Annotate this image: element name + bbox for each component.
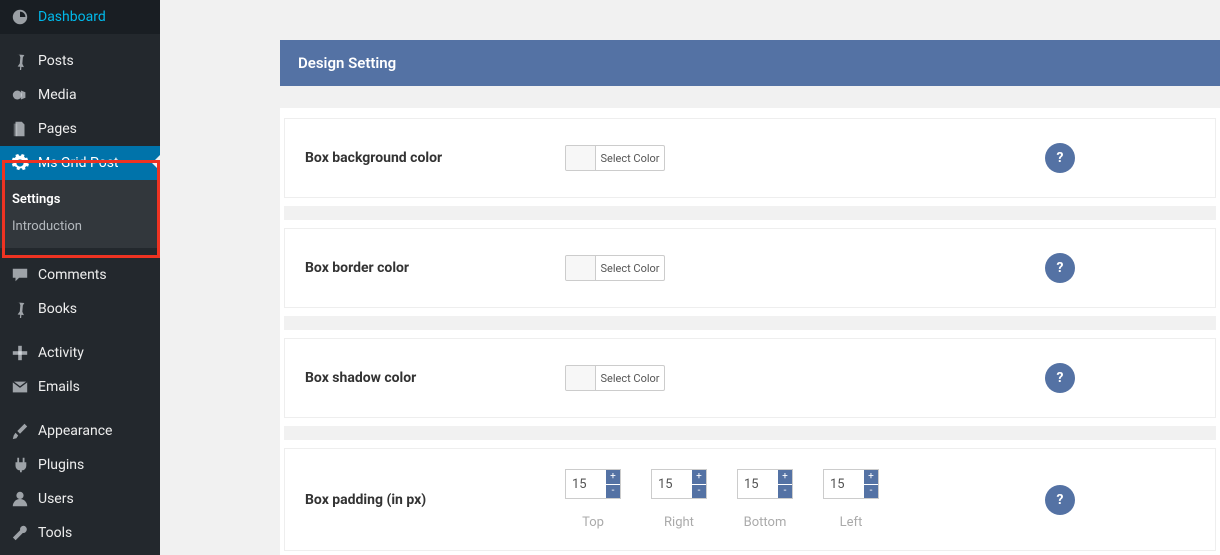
submenu-item-introduction[interactable]: Introduction [0, 213, 160, 240]
padding-caption: Bottom [744, 515, 787, 530]
sidebar-label: Appearance [38, 423, 112, 439]
brush-icon [10, 421, 30, 441]
sidebar-label: Ms Grid Post [38, 155, 119, 171]
select-color-button[interactable]: Select Color [565, 365, 665, 391]
setting-row-box-shadow-color: Box shadow color Select Color ? [284, 338, 1216, 418]
button-label: Select Color [596, 152, 664, 165]
help-icon[interactable]: ? [1045, 485, 1075, 515]
setting-row-box-background-color: Box background color Select Color ? [284, 118, 1216, 198]
sidebar-label: Comments [38, 267, 107, 283]
sidebar-label: Dashboard [38, 9, 106, 25]
stepper-up[interactable]: + [606, 470, 620, 485]
sidebar-label: Plugins [38, 457, 84, 473]
padding-right-input[interactable] [652, 470, 692, 498]
pin-icon [10, 51, 30, 71]
mail-icon [10, 377, 30, 397]
color-swatch [566, 366, 596, 390]
sidebar-item-books[interactable]: Books [0, 292, 160, 326]
padding-bottom-input[interactable] [738, 470, 778, 498]
padding-bottom-control: +- Bottom [737, 469, 793, 530]
sidebar-item-dashboard[interactable]: Dashboard [0, 0, 160, 34]
select-color-button[interactable]: Select Color [565, 255, 665, 281]
admin-sidebar: Dashboard Posts Media Pages Ms Grid Post… [0, 0, 160, 555]
user-icon [10, 489, 30, 509]
button-label: Select Color [596, 372, 664, 385]
setting-label: Box background color [305, 150, 565, 166]
sidebar-item-appearance[interactable]: Appearance [0, 414, 160, 448]
sidebar-item-tools[interactable]: Tools [0, 516, 160, 550]
submenu-item-settings[interactable]: Settings [0, 186, 160, 213]
color-swatch [566, 146, 596, 170]
media-icon [10, 85, 30, 105]
setting-label: Box border color [305, 260, 565, 276]
sidebar-item-posts[interactable]: Posts [0, 44, 160, 78]
stepper-down[interactable]: - [606, 485, 620, 499]
pin-icon [10, 299, 30, 319]
color-swatch [566, 256, 596, 280]
sidebar-submenu: Settings Introduction [0, 180, 160, 248]
main-content: Design Setting Box background color Sele… [160, 0, 1220, 555]
sidebar-item-activity[interactable]: Activity [0, 336, 160, 370]
stepper-up[interactable]: + [864, 470, 878, 485]
stepper-down[interactable]: - [778, 485, 792, 499]
sidebar-label: Activity [38, 345, 84, 361]
setting-label: Box shadow color [305, 370, 565, 386]
wrench-icon [10, 523, 30, 543]
sidebar-item-emails[interactable]: Emails [0, 370, 160, 404]
sidebar-item-users[interactable]: Users [0, 482, 160, 516]
help-icon[interactable]: ? [1045, 363, 1075, 393]
section-header: Design Setting [280, 40, 1220, 86]
sidebar-item-pages[interactable]: Pages [0, 112, 160, 146]
padding-top-control: +- Top [565, 469, 621, 530]
padding-right-control: +- Right [651, 469, 707, 530]
sidebar-label: Tools [38, 525, 72, 541]
help-icon[interactable]: ? [1045, 253, 1075, 283]
stepper-up[interactable]: + [778, 470, 792, 485]
sidebar-label: Users [38, 491, 74, 507]
padding-caption: Right [664, 515, 694, 530]
stepper-down[interactable]: - [692, 485, 706, 499]
sidebar-label: Media [38, 87, 77, 103]
sidebar-item-ms-grid-post[interactable]: Ms Grid Post [0, 146, 160, 180]
stepper-up[interactable]: + [692, 470, 706, 485]
sidebar-label: Pages [38, 121, 77, 137]
setting-row-box-padding: Box padding (in px) +- Top [284, 448, 1216, 551]
setting-label: Box padding (in px) [305, 492, 565, 508]
comment-icon [10, 265, 30, 285]
plug-icon [10, 455, 30, 475]
padding-caption: Top [582, 515, 604, 530]
padding-left-control: +- Left [823, 469, 879, 530]
pages-icon [10, 119, 30, 139]
sidebar-item-media[interactable]: Media [0, 78, 160, 112]
sidebar-item-comments[interactable]: Comments [0, 258, 160, 292]
gear-icon [10, 153, 30, 173]
dashboard-icon [10, 7, 30, 27]
sidebar-label: Emails [38, 379, 80, 395]
help-icon[interactable]: ? [1045, 143, 1075, 173]
plus-icon [10, 343, 30, 363]
padding-left-input[interactable] [824, 470, 864, 498]
sidebar-item-plugins[interactable]: Plugins [0, 448, 160, 482]
button-label: Select Color [596, 262, 664, 275]
padding-caption: Left [840, 515, 863, 530]
stepper-down[interactable]: - [864, 485, 878, 499]
setting-row-box-border-color: Box border color Select Color ? [284, 228, 1216, 308]
padding-top-input[interactable] [566, 470, 606, 498]
sidebar-label: Posts [38, 53, 74, 69]
select-color-button[interactable]: Select Color [565, 145, 665, 171]
sidebar-label: Books [38, 301, 77, 317]
